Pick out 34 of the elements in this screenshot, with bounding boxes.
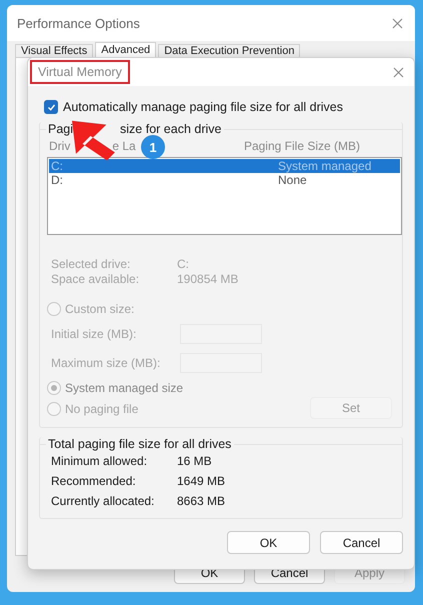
total-label: Recommended:	[51, 474, 137, 488]
checkbox[interactable]	[44, 100, 58, 114]
radio-label: No paging file	[65, 402, 138, 416]
close-icon[interactable]	[393, 66, 404, 78]
field-label: Maximum size (MB):	[51, 356, 160, 370]
column-header: Driv	[49, 139, 70, 153]
group-label: Pagi	[48, 122, 74, 136]
tab[interactable]: Visual Effects	[15, 44, 94, 57]
field-label: Initial size (MB):	[51, 326, 136, 340]
detail-label: Space available:	[51, 272, 140, 286]
tab[interactable]: Data Execution Prevention	[158, 44, 300, 57]
total-label: Minimum allowed:	[51, 454, 148, 468]
detail-label: Selected drive:	[51, 257, 132, 271]
detail-value: C:	[177, 257, 190, 271]
total-value: 8663 MB	[177, 494, 226, 508]
drive-row[interactable]: D: None	[49, 173, 400, 187]
group-label: size for each drive	[120, 122, 222, 136]
dialog-button[interactable]: Cancel	[320, 531, 403, 554]
group-label: Total paging file size for all drives	[48, 437, 232, 451]
total-value: 1649 MB	[177, 474, 226, 488]
radio-label: System managed size	[65, 380, 184, 394]
tab[interactable]: Advanced	[95, 42, 156, 57]
checkmark-icon	[46, 102, 56, 112]
total-label: Currently allocated:	[51, 494, 156, 508]
close-icon[interactable]	[392, 18, 403, 28]
checkbox-label: Automatically manage paging file size for all drives	[63, 100, 343, 114]
dialog-title: Virtual Memory	[30, 60, 130, 84]
radio-label: Custom size:	[65, 302, 134, 316]
column-header: e La	[112, 139, 136, 153]
detail-value: 190854 MB	[177, 272, 240, 286]
total-value: 16 MB	[177, 454, 213, 468]
column-header: Paging File Size (MB)	[244, 139, 360, 153]
window-title: Performance Options	[17, 16, 140, 30]
dialog-button[interactable]: OK	[227, 531, 310, 554]
